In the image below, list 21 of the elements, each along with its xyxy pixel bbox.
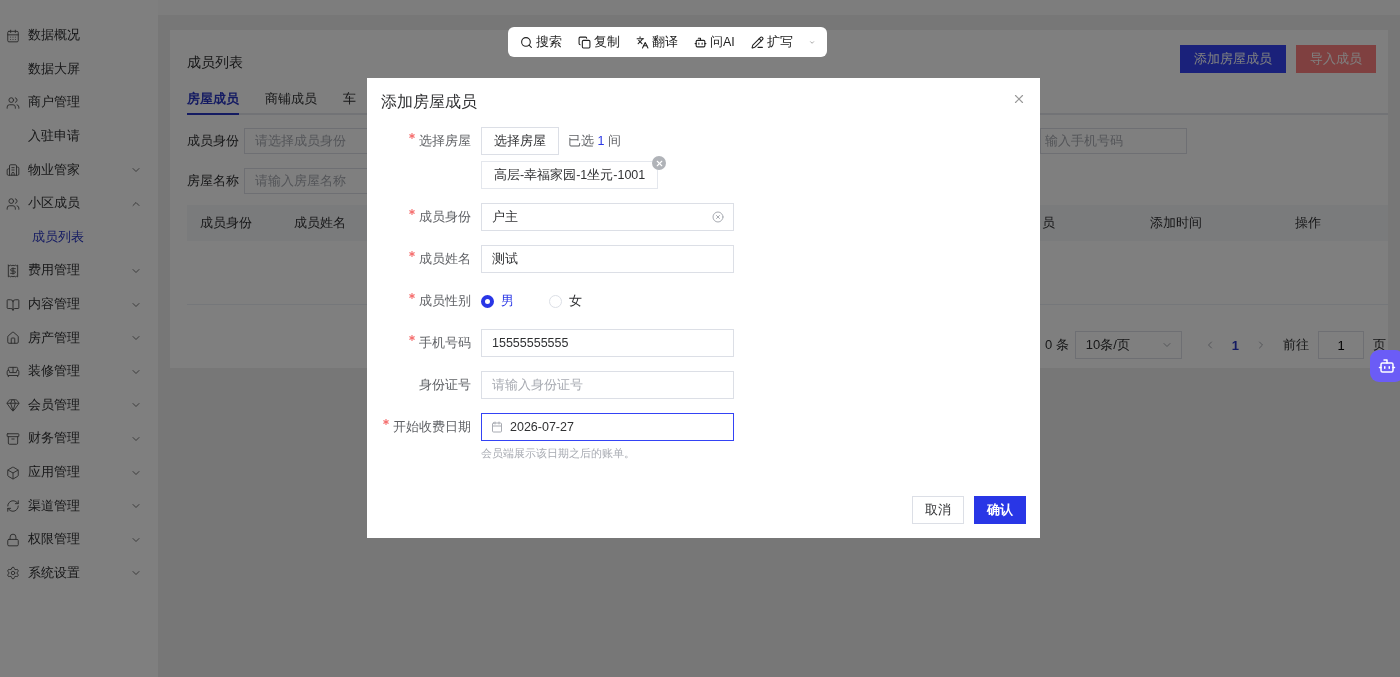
column-header: 员	[1041, 214, 1056, 232]
jump-label: 前往	[1283, 336, 1309, 354]
field-label: 成员姓名	[381, 245, 471, 273]
filter-label: 房屋名称	[187, 172, 240, 190]
field-label: 成员身份	[381, 203, 471, 231]
page-title: 成员列表	[187, 54, 244, 72]
filter-label: 成员身份	[187, 132, 240, 150]
field-hint: 会员端展示该日期之后的账单。	[481, 447, 636, 461]
field-label: 开始收费日期	[381, 413, 471, 441]
selected-count: 已选 1 间	[568, 132, 621, 150]
field-label: 成员性别	[381, 287, 471, 315]
dialog-title: 添加房屋成员	[381, 92, 477, 112]
field-label: 手机号码	[381, 329, 471, 357]
column-header: 成员姓名	[293, 214, 347, 232]
column-header: 操作	[1294, 214, 1322, 232]
column-header: 添加时间	[1149, 214, 1203, 232]
field-label: 选择房屋	[381, 127, 471, 155]
total-count: 0 条	[1044, 336, 1069, 354]
page-suffix: 页	[1373, 336, 1386, 354]
field-label: 身份证号	[418, 377, 471, 394]
column-header: 成员身份	[199, 214, 253, 232]
